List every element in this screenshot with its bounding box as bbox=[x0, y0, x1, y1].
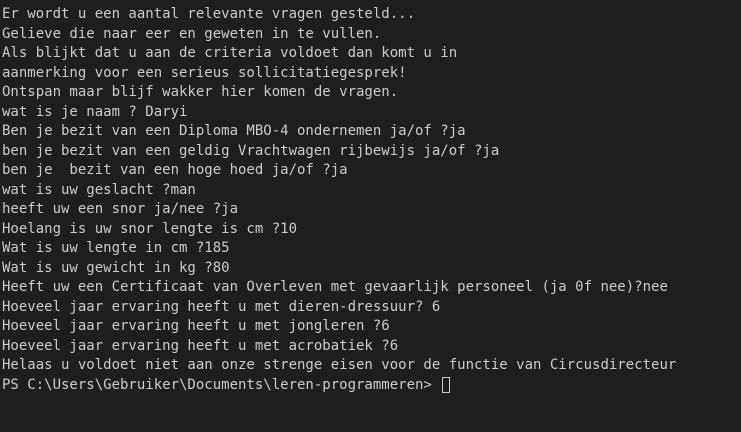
output-line: ben je bezit van een geldig Vrachtwagen … bbox=[2, 142, 500, 159]
output-line: Hoeveel jaar ervaring heeft u met dieren… bbox=[2, 298, 441, 315]
output-line: aanmerking voor een serieus sollicitatie… bbox=[2, 64, 407, 81]
output-line: Hoeveel jaar ervaring heeft u met jongle… bbox=[2, 318, 390, 334]
terminal-output[interactable]: Er wordt u een aantal relevante vragen g… bbox=[0, 0, 741, 432]
output-line: Als blijkt dat u aan de criteria voldoet… bbox=[2, 45, 458, 61]
command-prompt-line[interactable]: PS C:\Users\Gebruiker\Documents\leren-pr… bbox=[2, 376, 741, 396]
output-line: Ben je bezit van een Diploma MBO-4 onder… bbox=[2, 123, 466, 139]
output-line: ben je bezit van een hoge hoed ja/of ?ja bbox=[2, 162, 348, 178]
output-line: Heeft uw een Certificaat van Overleven m… bbox=[2, 279, 668, 295]
output-line: Hoelang is uw snor lengte is cm ?10 bbox=[2, 220, 298, 237]
output-line: Wat is uw lengte in cm ?185 bbox=[2, 240, 230, 256]
output-line: Wat is uw gewicht in kg ?80 bbox=[2, 259, 230, 276]
output-line: Er wordt u een aantal relevante vragen g… bbox=[2, 6, 416, 22]
output-line: wat is uw geslacht ?man bbox=[2, 181, 196, 198]
output-line: wat is je naam ? Daryi bbox=[2, 103, 188, 120]
output-line: Helaas u voldoet niet aan onze strenge e… bbox=[2, 357, 677, 373]
output-line: Ontspan maar blijf wakker hier komen de … bbox=[2, 84, 399, 100]
prompt-text: PS C:\Users\Gebruiker\Documents\leren-pr… bbox=[2, 376, 441, 393]
output-line: Hoeveel jaar ervaring heeft u met acroba… bbox=[2, 337, 399, 354]
output-line: heeft uw een snor ja/nee ?ja bbox=[2, 201, 239, 217]
output-line: Gelieve die naar eer en geweten in te vu… bbox=[2, 25, 382, 42]
text-cursor[interactable] bbox=[442, 377, 451, 394]
